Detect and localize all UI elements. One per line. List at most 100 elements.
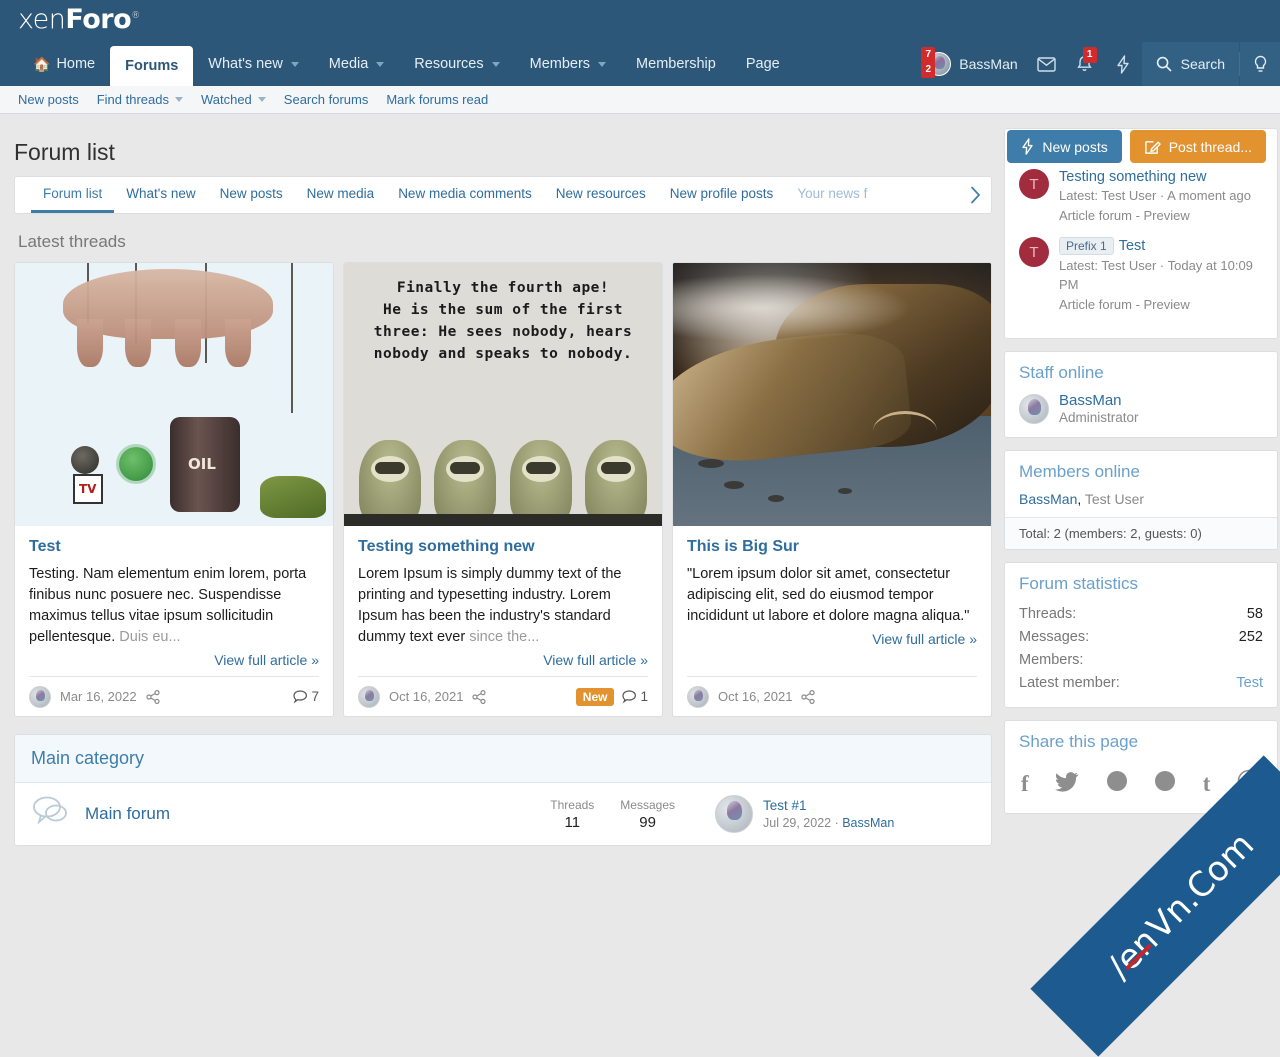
twitter-icon[interactable] <box>1055 771 1079 798</box>
nav-item-forums[interactable]: Forums <box>110 46 193 86</box>
sidebar-share-this-page: Share this page f t <box>1004 720 1278 814</box>
envelope-icon <box>1037 57 1056 72</box>
primary-navigation: 🏠 Home Forums What's new Media Resources… <box>0 42 1280 86</box>
member-link[interactable]: BassMan <box>1019 491 1077 507</box>
view-full-article-link[interactable]: View full article » <box>214 652 319 668</box>
list-item[interactable]: BassMan Administrator <box>1019 392 1263 425</box>
reply-count-value: 1 <box>640 689 648 704</box>
chevron-down-icon <box>598 62 606 67</box>
post-thread-button[interactable]: Post thread... <box>1130 130 1266 163</box>
sidebar-forum-statistics-title: Forum statistics <box>1005 563 1277 603</box>
avatar: T <box>1019 169 1049 199</box>
thread-card-footer: Mar 16, 2022 7 <box>29 676 319 716</box>
nav-item-members[interactable]: Members <box>515 42 621 86</box>
subnav-item-new-posts[interactable]: New posts <box>18 92 88 107</box>
thread-card-title[interactable]: This is Big Sur <box>687 538 977 556</box>
subnav-label: Mark forums read <box>386 92 488 107</box>
tab-forum-list[interactable]: Forum list <box>31 177 114 213</box>
site-logo[interactable]: xenForo® <box>18 4 140 35</box>
forum-name[interactable]: Main forum <box>85 804 170 824</box>
search-button[interactable]: Search <box>1142 42 1239 86</box>
thread-card[interactable]: Test Testing. Nam elementum enim lorem, … <box>14 262 334 717</box>
tab-new-posts[interactable]: New posts <box>208 177 295 213</box>
tabs-next-button[interactable] <box>959 177 991 213</box>
hand-illustration <box>63 269 273 339</box>
subnav-item-watched[interactable]: Watched <box>192 92 275 107</box>
latest-post-title[interactable]: Test <box>1119 238 1146 254</box>
subnav-item-search-forums[interactable]: Search forums <box>275 92 378 107</box>
share-icon[interactable] <box>146 690 160 704</box>
last-post-user[interactable]: BassMan <box>842 816 894 830</box>
new-posts-button[interactable]: New posts <box>1007 130 1121 163</box>
whatsapp-icon[interactable] <box>1237 769 1261 799</box>
reddit-icon[interactable] <box>1106 770 1128 798</box>
user-menu[interactable]: 7 2 BassMan <box>921 42 1027 86</box>
oil-barrel-icon <box>170 417 240 512</box>
staff-role: Administrator <box>1059 410 1139 425</box>
alerts-badge: 1 <box>1083 47 1097 63</box>
alerts-button[interactable]: 1 <box>1066 42 1104 86</box>
share-icon[interactable] <box>801 690 815 704</box>
pencil-square-icon <box>1144 138 1161 155</box>
nav-item-page[interactable]: Page <box>731 42 795 86</box>
nav-item-media[interactable]: Media <box>314 42 400 86</box>
tab-new-profile-posts[interactable]: New profile posts <box>658 177 786 213</box>
messages-value: 99 <box>620 814 675 831</box>
last-post-title[interactable]: Test #1 <box>763 798 894 813</box>
nav-item-label: What's new <box>208 56 283 72</box>
sidebar-staff-online: Staff online BassMan Administrator <box>1004 351 1278 438</box>
tab-new-resources[interactable]: New resources <box>544 177 658 213</box>
sidebar-forum-statistics: Forum statistics Threads: 58 Messages: 2… <box>1004 562 1278 708</box>
page-action-buttons: New posts Post thread... <box>1007 130 1266 163</box>
thread-card[interactable]: This is Big Sur "Lorem ipsum dolor sit a… <box>672 262 992 717</box>
thread-card-more: View full article » <box>29 652 319 668</box>
view-full-article-link[interactable]: View full article » <box>872 631 977 647</box>
member-name: Test User <box>1085 491 1144 507</box>
avatar[interactable] <box>715 795 753 833</box>
tab-your-news-feed[interactable]: Your news f <box>785 177 879 213</box>
share-icon[interactable] <box>472 690 486 704</box>
list-item[interactable]: T Testing something new Latest: Test Use… <box>1019 169 1263 225</box>
thread-card-title[interactable]: Test <box>29 538 319 556</box>
latest-post-title[interactable]: Testing something new <box>1059 169 1263 185</box>
nav-item-whats-new[interactable]: What's new <box>193 42 314 86</box>
tips-button[interactable] <box>1240 42 1280 86</box>
forum-row[interactable]: Main forum Threads 11 Messages 99 Test #… <box>15 783 991 845</box>
threads-stat: Threads 11 <box>550 798 594 831</box>
chevron-right-icon <box>970 186 981 204</box>
latest-threads-label: Latest threads <box>18 232 992 252</box>
thread-card-more: View full article » <box>687 631 977 647</box>
home-icon: 🏠 <box>33 56 50 73</box>
pinterest-icon[interactable] <box>1154 770 1176 798</box>
facebook-icon[interactable]: f <box>1021 771 1029 797</box>
latest-member-link[interactable]: Test <box>1236 675 1263 691</box>
sidebar-staff-online-title: Staff online <box>1005 352 1277 392</box>
thread-prefix-badge[interactable]: Prefix 1 <box>1059 237 1114 255</box>
soldier-puppet-icon <box>260 476 326 518</box>
nav-item-resources[interactable]: Resources <box>399 42 514 86</box>
tab-whats-new[interactable]: What's new <box>114 177 207 213</box>
category-header[interactable]: Main category <box>15 735 991 783</box>
subnav-item-find-threads[interactable]: Find threads <box>88 92 192 107</box>
nav-item-home[interactable]: 🏠 Home <box>18 42 110 86</box>
conversations-button[interactable] <box>1028 42 1066 86</box>
view-full-article-link[interactable]: View full article » <box>543 652 648 668</box>
thread-card-title[interactable]: Testing something new <box>358 538 648 556</box>
nav-item-membership[interactable]: Membership <box>621 42 731 86</box>
chevron-down-icon <box>258 97 266 102</box>
list-item[interactable]: T Prefix 1Test Latest: Test User · Today… <box>1019 237 1263 314</box>
thread-card-image: Finally the fourth ape!He is the sum of … <box>344 263 662 526</box>
tab-new-media[interactable]: New media <box>295 177 387 213</box>
magnifier-icon <box>1156 56 1172 72</box>
nav-item-label: Resources <box>414 56 483 72</box>
thread-card-excerpt: "Lorem ipsum dolor sit amet, consectetur… <box>687 564 977 627</box>
thread-card-more: View full article » <box>358 652 648 668</box>
bolt-button[interactable] <box>1104 42 1142 86</box>
tumblr-icon[interactable]: t <box>1203 771 1211 797</box>
thread-card[interactable]: Finally the fourth ape!He is the sum of … <box>343 262 663 717</box>
subnav-item-mark-forums-read[interactable]: Mark forums read <box>377 92 497 107</box>
staff-name[interactable]: BassMan <box>1059 392 1139 409</box>
latest-post-meta: Latest: Test User · A moment ago <box>1059 186 1263 205</box>
nav-item-label: Page <box>746 56 780 72</box>
tab-new-media-comments[interactable]: New media comments <box>386 177 544 213</box>
